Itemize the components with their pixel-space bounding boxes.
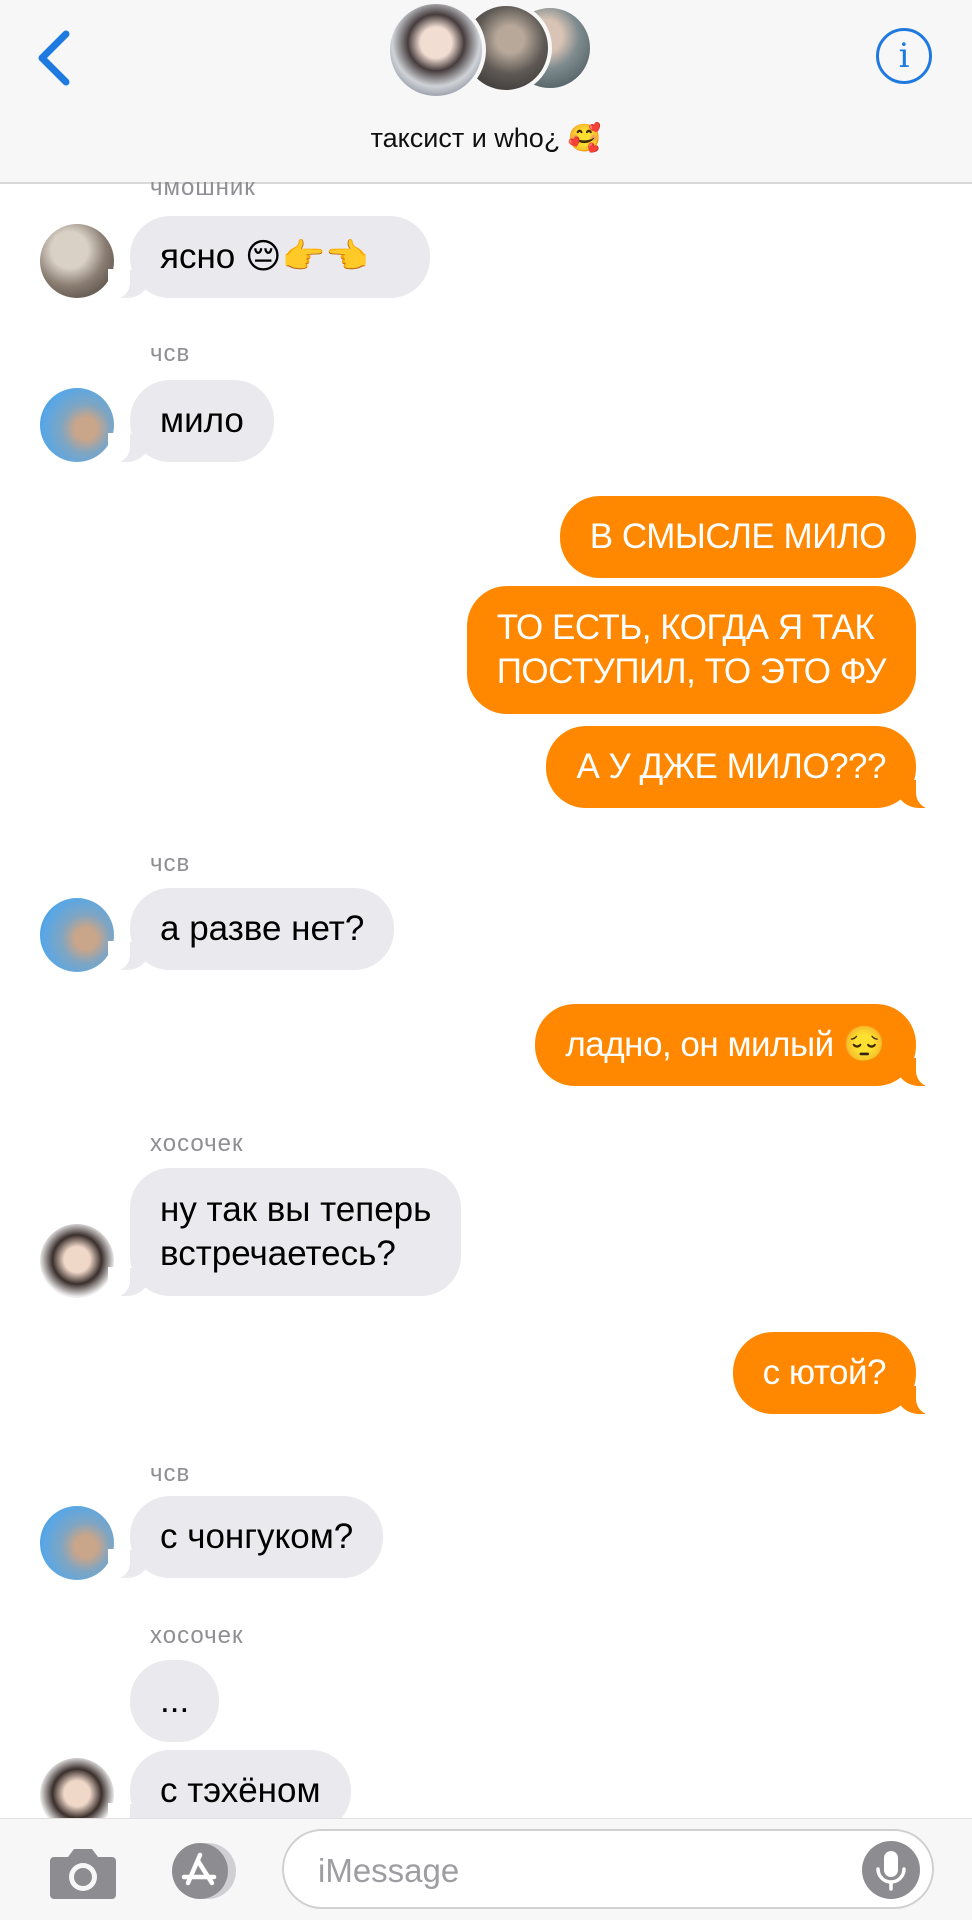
sender-name: чсв [150,850,191,877]
sender-name: чсв [150,1460,191,1487]
message-bubble[interactable]: с чонгуком? [107,1496,384,1579]
app-store-icon [172,1843,236,1899]
message-text: с ютой? [762,1353,887,1392]
imessage-input[interactable]: iMessage [282,1829,934,1909]
app-store-button[interactable] [162,1839,246,1903]
group-avatar-1 [386,0,486,100]
message-text: ... [160,1681,190,1720]
message-bubble[interactable]: ... [130,1660,220,1742]
message-bubble[interactable]: ясно 😔👉👈 [108,216,430,299]
message-text: В СМЫСЛЕ МИЛО [589,517,887,556]
dictation-button[interactable] [862,1841,920,1899]
avatar[interactable] [40,224,114,298]
conversation-title[interactable]: таксист и who¿ 🥰 [0,122,972,154]
message-bubble[interactable]: с ютой? [732,1332,939,1415]
info-icon: i [898,36,910,76]
back-button[interactable] [28,22,88,92]
avatar[interactable] [40,1506,114,1580]
message-composer-bar: iMessage [0,1818,972,1920]
chevron-left-icon [38,30,70,86]
camera-button[interactable] [48,1841,118,1903]
message-text: ладно, он милый 😔 [565,1025,886,1064]
message-text-line: ТО ЕСТЬ, КОГДА Я ТАК [496,608,875,647]
microphone-icon [876,1851,906,1891]
sender-name: чмошник [150,174,256,201]
message-text: с чонгуком? [160,1517,354,1556]
message-text-line: встречаетесь? [160,1234,396,1273]
avatar[interactable] [40,898,114,972]
message-text: ясно 😔👉👈 [160,237,369,276]
message-bubble[interactable]: а разве нет? [107,888,395,971]
message-text-line: ну так вы теперь [160,1190,432,1229]
message-bubble[interactable]: мило [108,380,274,463]
camera-icon [50,1849,116,1899]
conversation-header: таксист и who¿ 🥰 i [0,0,972,184]
message-bubble[interactable]: ладно, он милый 😔 [535,1004,938,1087]
message-bubble[interactable]: В СМЫСЛЕ МИЛО [559,496,916,578]
message-bubble[interactable]: А У ДЖЕ МИЛО??? [546,726,938,809]
message-text: мило [160,401,244,440]
sender-name: хосочек [150,1130,244,1157]
sender-name: чсв [150,340,191,367]
avatar[interactable] [40,1224,114,1298]
message-text: а разве нет? [160,909,365,948]
avatar[interactable] [40,388,114,462]
info-button[interactable]: i [876,28,932,84]
group-avatars[interactable] [386,0,606,104]
message-bubble[interactable]: ТО ЕСТЬ, КОГДА Я ТАК ПОСТУПИЛ, ТО ЭТО ФУ [466,586,916,714]
message-text: с тэхёном [160,1771,321,1810]
imessage-placeholder: iMessage [318,1852,460,1889]
message-text-line: ПОСТУПИЛ, ТО ЭТО ФУ [496,652,887,691]
sender-name: хосочек [150,1622,244,1649]
message-text: А У ДЖЕ МИЛО??? [576,747,886,786]
message-bubble[interactable]: ну так вы теперь встречаетесь? [107,1168,462,1297]
